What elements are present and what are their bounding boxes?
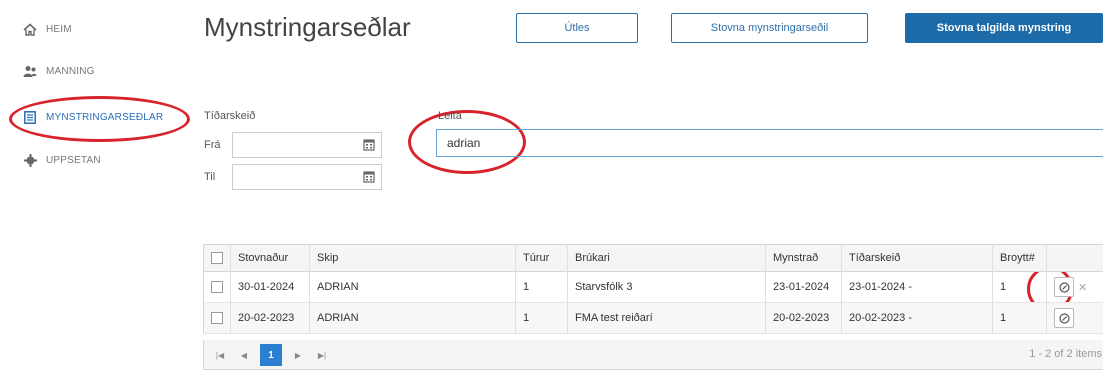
cell-mustered: 23-01-2024	[765, 271, 842, 303]
next-page-icon[interactable]: ▶	[288, 346, 308, 364]
from-date-input[interactable]	[232, 132, 382, 158]
table-row[interactable]: 30-01-2024 ADRIAN 1 Starvsfólk 3 23-01-2…	[203, 271, 1103, 303]
cell-changed: 1	[992, 302, 1047, 334]
search-input[interactable]: adrian	[436, 129, 1103, 157]
table-row[interactable]: 20-02-2023 ADRIAN 1 FMA test reiðarí 20-…	[203, 302, 1103, 334]
cell-mustered: 20-02-2023	[765, 302, 842, 334]
cell-ship: ADRIAN	[309, 302, 516, 334]
cell-trip: 1	[515, 302, 568, 334]
first-page-icon[interactable]: |◀	[210, 346, 230, 364]
create-valid-roster-button[interactable]: Stovna talgilda mynstring	[905, 13, 1103, 43]
col-header-actions	[1046, 244, 1103, 272]
cell-ship: ADRIAN	[309, 271, 516, 303]
cell-created: 20-02-2023	[230, 302, 310, 334]
last-page-icon[interactable]: ▶|	[312, 346, 332, 364]
to-label: Til	[204, 171, 216, 183]
col-header-user[interactable]: Brúkari	[567, 244, 766, 272]
to-date-input[interactable]	[232, 164, 382, 190]
select-all-cell	[203, 244, 231, 272]
close-icon[interactable]: ✕	[1078, 282, 1087, 294]
sidebar-item-uppsetan[interactable]: UPPSETAN	[22, 153, 101, 167]
gear-icon	[22, 153, 38, 167]
sidebar-item-label: MYNSTRINGARSEÐLAR	[46, 111, 164, 123]
row-select-cell	[203, 302, 231, 334]
prev-page-icon[interactable]: ◀	[234, 346, 254, 364]
roster-table: Stovnaður Skip Túrur Brúkari Mynstrað Tí…	[203, 244, 1103, 334]
pager: |◀ ◀ 1 ▶ ▶| 1 - 2 of 2 items	[203, 340, 1103, 370]
from-label: Frá	[204, 139, 221, 151]
edit-icon	[1058, 281, 1070, 293]
home-icon	[22, 22, 38, 36]
cell-period: 23-01-2024 -	[841, 271, 993, 303]
people-icon	[22, 64, 38, 78]
sidebar-item-mynstringarsedlar[interactable]: MYNSTRINGARSEÐLAR	[22, 110, 163, 124]
cell-created: 30-01-2024	[230, 271, 310, 303]
page-number-button[interactable]: 1	[260, 344, 282, 366]
edit-button[interactable]	[1054, 277, 1074, 297]
cell-trip: 1	[515, 271, 568, 303]
row-checkbox[interactable]	[211, 281, 223, 294]
utles-button[interactable]: Útles	[516, 13, 638, 43]
col-header-trip[interactable]: Túrur	[515, 244, 568, 272]
period-label: Tíðarskeið	[204, 110, 256, 122]
col-header-changed[interactable]: Broytt#	[992, 244, 1047, 272]
cell-period: 20-02-2023 -	[841, 302, 993, 334]
cell-user: Starvsfólk 3	[567, 271, 766, 303]
create-roster-button[interactable]: Stovna mynstringarseðil	[671, 13, 868, 43]
cell-changed: 1	[992, 271, 1047, 303]
sidebar-item-manning[interactable]: MANNING	[22, 64, 95, 78]
col-header-mustered[interactable]: Mynstrað	[765, 244, 842, 272]
sidebar-item-label: MANNING	[46, 65, 95, 77]
cell-actions	[1046, 302, 1103, 334]
calendar-icon[interactable]	[363, 170, 375, 183]
edit-icon	[1058, 312, 1070, 324]
search-label: Leita	[438, 110, 462, 122]
col-header-created[interactable]: Stovnaður	[230, 244, 310, 272]
page-title: Mynstringarseðlar	[204, 12, 411, 42]
edit-button[interactable]	[1054, 308, 1074, 328]
row-checkbox[interactable]	[211, 312, 223, 325]
row-select-cell	[203, 271, 231, 303]
sidebar-item-label: HEIM	[46, 23, 72, 35]
pager-info: 1 - 2 of 2 items	[1029, 348, 1102, 360]
table-header-row: Stovnaður Skip Túrur Brúkari Mynstrað Tí…	[203, 244, 1103, 272]
select-all-checkbox[interactable]	[211, 252, 223, 265]
sidebar-item-heim[interactable]: HEIM	[22, 22, 72, 36]
col-header-ship[interactable]: Skip	[309, 244, 516, 272]
sidebar-item-label: UPPSETAN	[46, 154, 101, 166]
col-header-period[interactable]: Tíðarskeið	[841, 244, 993, 272]
sidebar: HEIM MANNING MYNSTRINGARSEÐLAR UPPSETAN	[0, 0, 185, 372]
calendar-icon[interactable]	[363, 138, 375, 151]
cell-actions: ✕	[1046, 271, 1103, 303]
document-icon	[22, 110, 38, 124]
cell-user: FMA test reiðarí	[567, 302, 766, 334]
